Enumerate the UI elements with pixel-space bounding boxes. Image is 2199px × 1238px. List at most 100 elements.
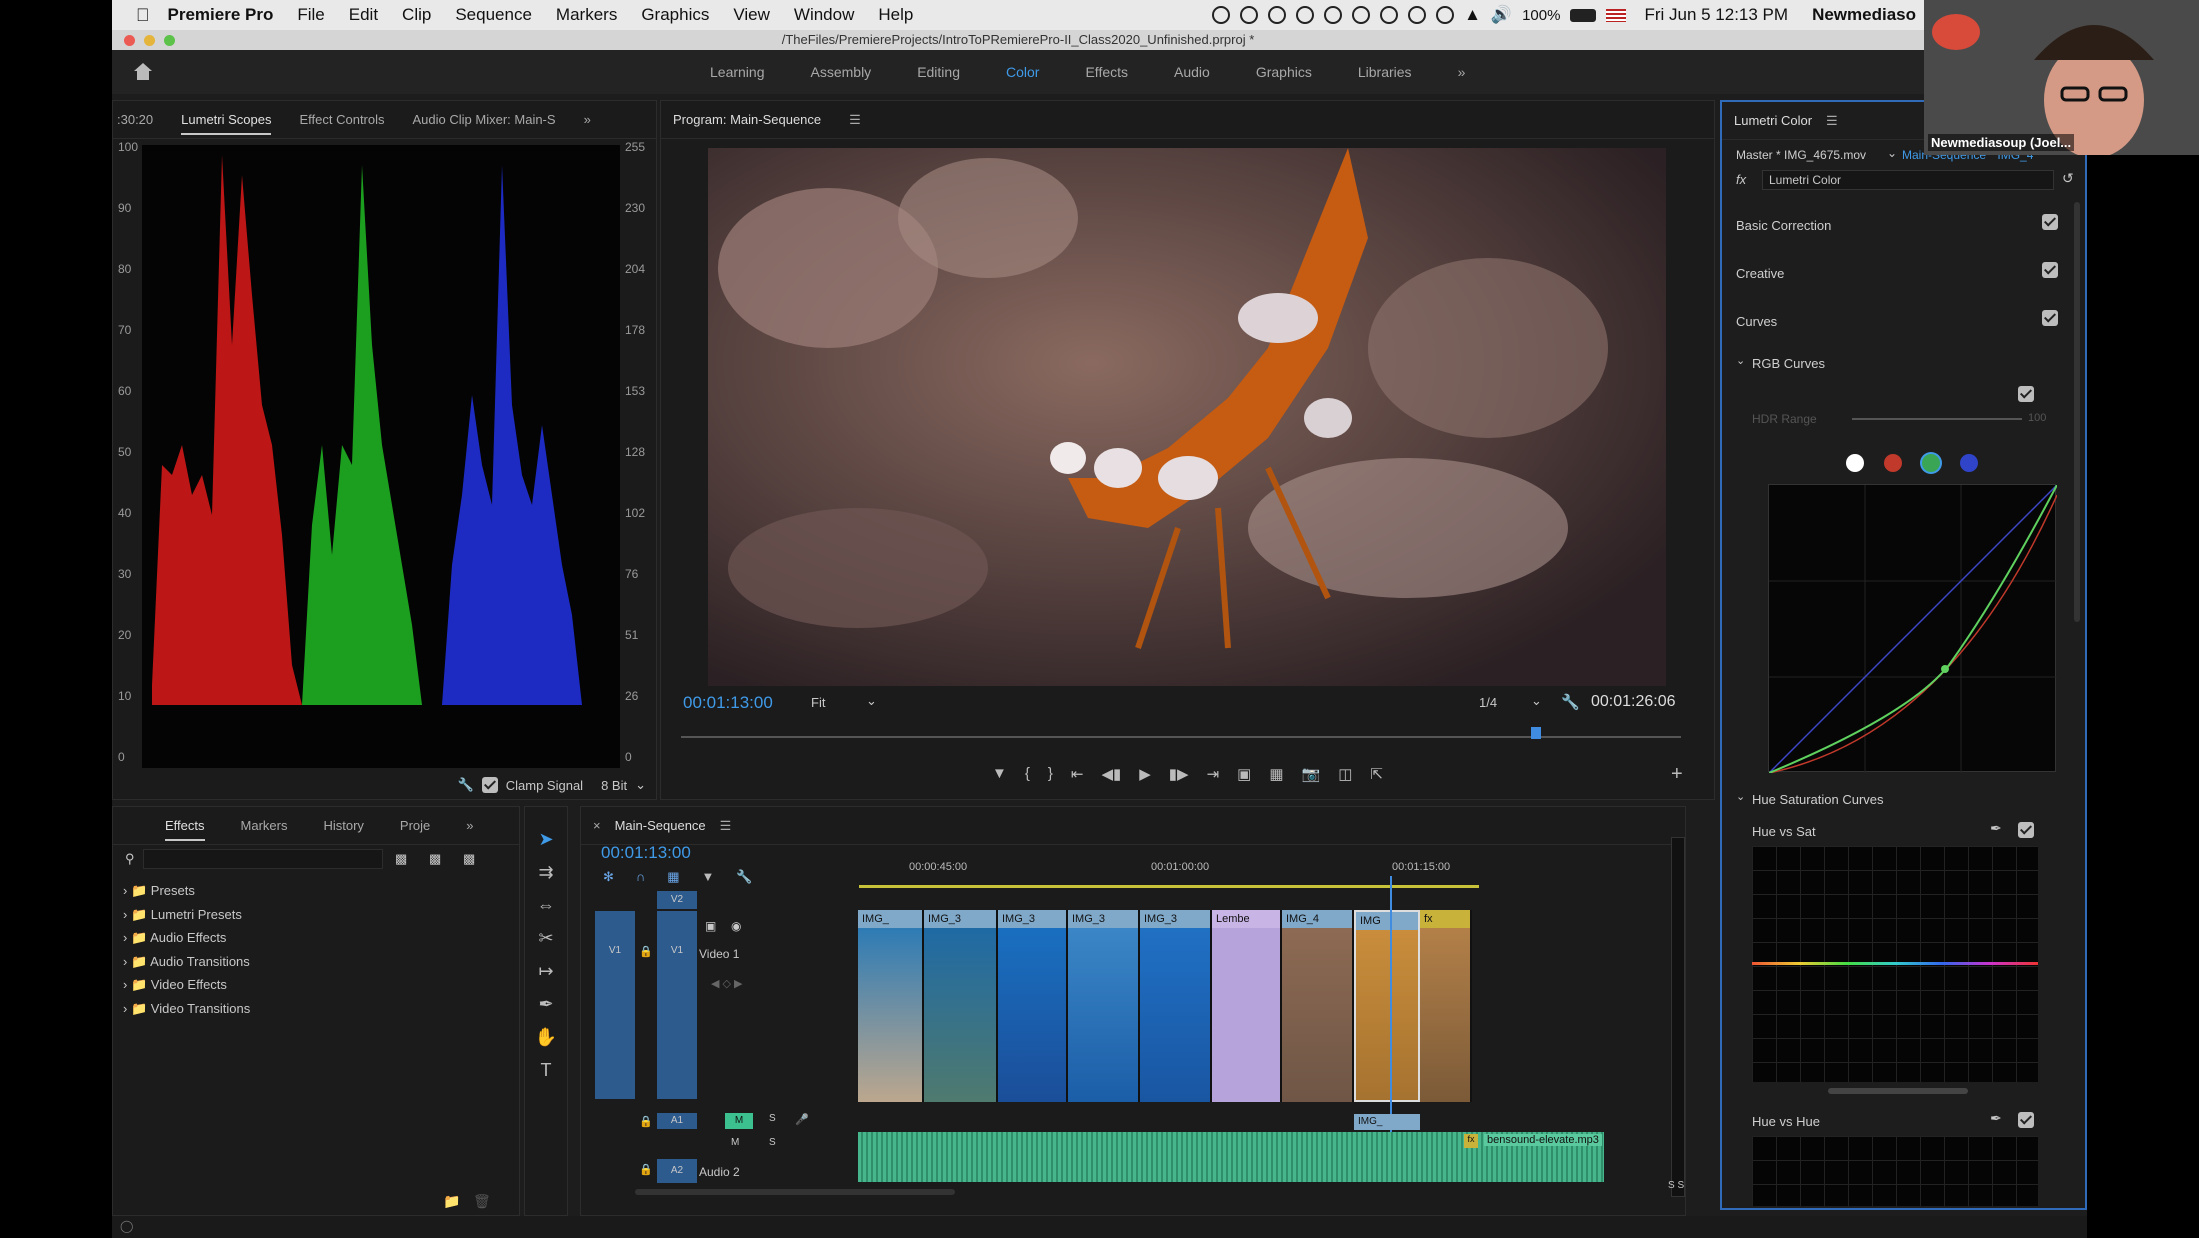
list-item[interactable]: › 📁 Video Effects (123, 973, 250, 997)
curve-point[interactable] (1941, 665, 1949, 673)
accelerated-effects-icon[interactable]: ▩ (395, 851, 407, 867)
export-frame-icon[interactable]: 📷 (1302, 765, 1321, 789)
menu-edit[interactable]: Edit (349, 5, 378, 25)
minimize-window-button[interactable] (144, 35, 155, 46)
track-a1-target[interactable]: A1 (657, 1113, 697, 1129)
clock[interactable]: Fri Jun 5 12:13 PM (1644, 5, 1788, 25)
track-v1-target[interactable]: V1 (657, 911, 697, 1099)
panel-menu-icon[interactable]: ☰ (720, 818, 732, 834)
close-icon[interactable]: × (593, 818, 601, 833)
channel-white-button[interactable] (1846, 454, 1864, 472)
hdr-range-slider[interactable] (1852, 418, 2022, 420)
list-item[interactable]: › 📁 Lumetri Presets (123, 903, 250, 927)
user-menu[interactable]: Newmediaso (1812, 5, 1916, 25)
rgb-curve-graph[interactable] (1768, 484, 2058, 774)
tab-markers[interactable]: Markers (241, 818, 288, 833)
timeline-timecode[interactable]: 00:01:13:00 (601, 843, 691, 863)
tab-assembly[interactable]: Assembly (811, 64, 872, 80)
mute-button[interactable]: M (725, 1113, 753, 1129)
track-v1-source[interactable]: V1 (595, 911, 635, 1099)
curves-checkbox[interactable] (2042, 310, 2058, 326)
lock-icon[interactable]: 🔒 (639, 1163, 653, 1176)
chevron-down-icon[interactable]: ⌄ (1887, 146, 1897, 160)
hue-vs-hue-checkbox[interactable] (2018, 1112, 2034, 1128)
bit-depth-select[interactable]: 8 Bit (601, 778, 627, 793)
curves-section[interactable]: Curves (1736, 314, 1777, 329)
rgb-curves-checkbox[interactable] (2018, 386, 2034, 402)
menu-graphics[interactable]: Graphics (641, 5, 709, 25)
timeline-clip[interactable]: fx (1420, 910, 1472, 1102)
new-bin-icon[interactable]: 📁 (443, 1193, 460, 1210)
panel-more-icon[interactable]: » (584, 112, 591, 127)
hue-vs-hue-graph[interactable] (1752, 1136, 2038, 1206)
panel-menu-icon[interactable]: ☰ (1826, 113, 1838, 129)
snap-icon[interactable]: ∩ (636, 869, 645, 885)
playhead-marker[interactable] (1531, 727, 1541, 739)
wrench-icon[interactable]: 🔧 (458, 777, 474, 793)
list-item[interactable]: › 📁 Audio Transitions (123, 950, 250, 974)
menu-help[interactable]: Help (878, 5, 913, 25)
razor-tool-icon[interactable]: ✂ (538, 928, 553, 949)
resolution-select[interactable]: 1/4 (1479, 695, 1497, 710)
menu-markers[interactable]: Markers (556, 5, 617, 25)
tab-effects[interactable]: Effects (1085, 64, 1128, 80)
chevron-right-icon[interactable]: › (123, 907, 127, 922)
timeline-scrollbar[interactable] (635, 1189, 955, 1195)
tab-graphics[interactable]: Graphics (1256, 64, 1312, 80)
chevron-down-icon[interactable]: ⌄ (1736, 354, 1745, 367)
search-input[interactable] (143, 849, 383, 869)
chevron-right-icon[interactable]: › (123, 954, 127, 969)
menu-clip[interactable]: Clip (402, 5, 431, 25)
type-tool-icon[interactable]: T (541, 1060, 552, 1081)
timeline-playhead[interactable] (1390, 876, 1392, 1176)
timeline-clip[interactable]: IMG_3 (1140, 910, 1212, 1102)
solo-button[interactable]: S (769, 1113, 776, 1124)
list-item[interactable]: › 📁 Video Transitions (123, 997, 250, 1021)
slip-tool-icon[interactable]: ↦ (538, 961, 553, 982)
timeline-clip[interactable]: IMG_4 (1282, 910, 1354, 1102)
tab-learning[interactable]: Learning (710, 64, 765, 80)
selection-tool-icon[interactable]: ➤ (538, 829, 553, 850)
lock-icon[interactable]: 🔒 (639, 945, 653, 958)
timeline-clip[interactable]: Lembe (1212, 910, 1282, 1102)
step-back-icon[interactable]: ◀▮ (1101, 765, 1121, 789)
home-icon[interactable] (132, 60, 154, 82)
basic-correction-checkbox[interactable] (2042, 214, 2058, 230)
linked-selection-icon[interactable]: ▦ (667, 869, 679, 885)
go-to-in-icon[interactable]: ⇤ (1071, 765, 1084, 789)
tab-effect-controls[interactable]: Effect Controls (299, 112, 384, 127)
chevron-right-icon[interactable]: › (123, 930, 127, 945)
menu-window[interactable]: Window (794, 5, 854, 25)
creative-section[interactable]: Creative (1736, 266, 1784, 281)
status-icon[interactable] (1296, 6, 1315, 24)
dropbox-icon[interactable] (1268, 6, 1287, 24)
yuv-effects-icon[interactable]: ▩ (463, 851, 475, 867)
lift-icon[interactable]: ▣ (1237, 765, 1251, 789)
share-icon[interactable]: ⇱ (1370, 765, 1383, 789)
eyedropper-icon[interactable]: ✒ (1990, 1110, 2002, 1127)
program-title[interactable]: Program: Main-Sequence (673, 112, 821, 127)
timeline-clip[interactable]: IMG_3 (924, 910, 998, 1102)
32bit-effects-icon[interactable]: ▩ (429, 851, 441, 867)
microphone-icon[interactable]: 🎤 (795, 1113, 809, 1126)
panel-menu-icon[interactable]: ☰ (849, 112, 861, 128)
nest-icon[interactable]: ✻ (603, 869, 614, 885)
fit-select[interactable]: Fit (811, 695, 825, 710)
mute-button[interactable]: M (731, 1137, 739, 1148)
lock-icon[interactable]: 🔒 (639, 1115, 653, 1128)
status-icon[interactable]: ◯ (120, 1219, 133, 1233)
panel-more-icon[interactable]: » (466, 818, 473, 833)
timeline-clip[interactable]: IMG_ (858, 910, 924, 1102)
status-icon[interactable] (1436, 6, 1455, 24)
timeline-clip[interactable]: IMG_3 (998, 910, 1068, 1102)
chevron-down-icon[interactable]: ⌄ (1736, 790, 1745, 803)
graph-scrollbar[interactable] (1828, 1088, 1968, 1094)
add-marker-icon[interactable]: ▼ (992, 765, 1007, 789)
status-icon[interactable] (1212, 6, 1231, 24)
list-item[interactable]: › 📁 Audio Effects (123, 926, 250, 950)
tab-color[interactable]: Color (1006, 64, 1039, 80)
menu-file[interactable]: File (297, 5, 324, 25)
toggle-sync-icon[interactable]: ▣ (705, 919, 716, 933)
track-a2-target[interactable]: A2 (657, 1159, 697, 1183)
wrench-icon[interactable]: 🔧 (736, 869, 752, 885)
